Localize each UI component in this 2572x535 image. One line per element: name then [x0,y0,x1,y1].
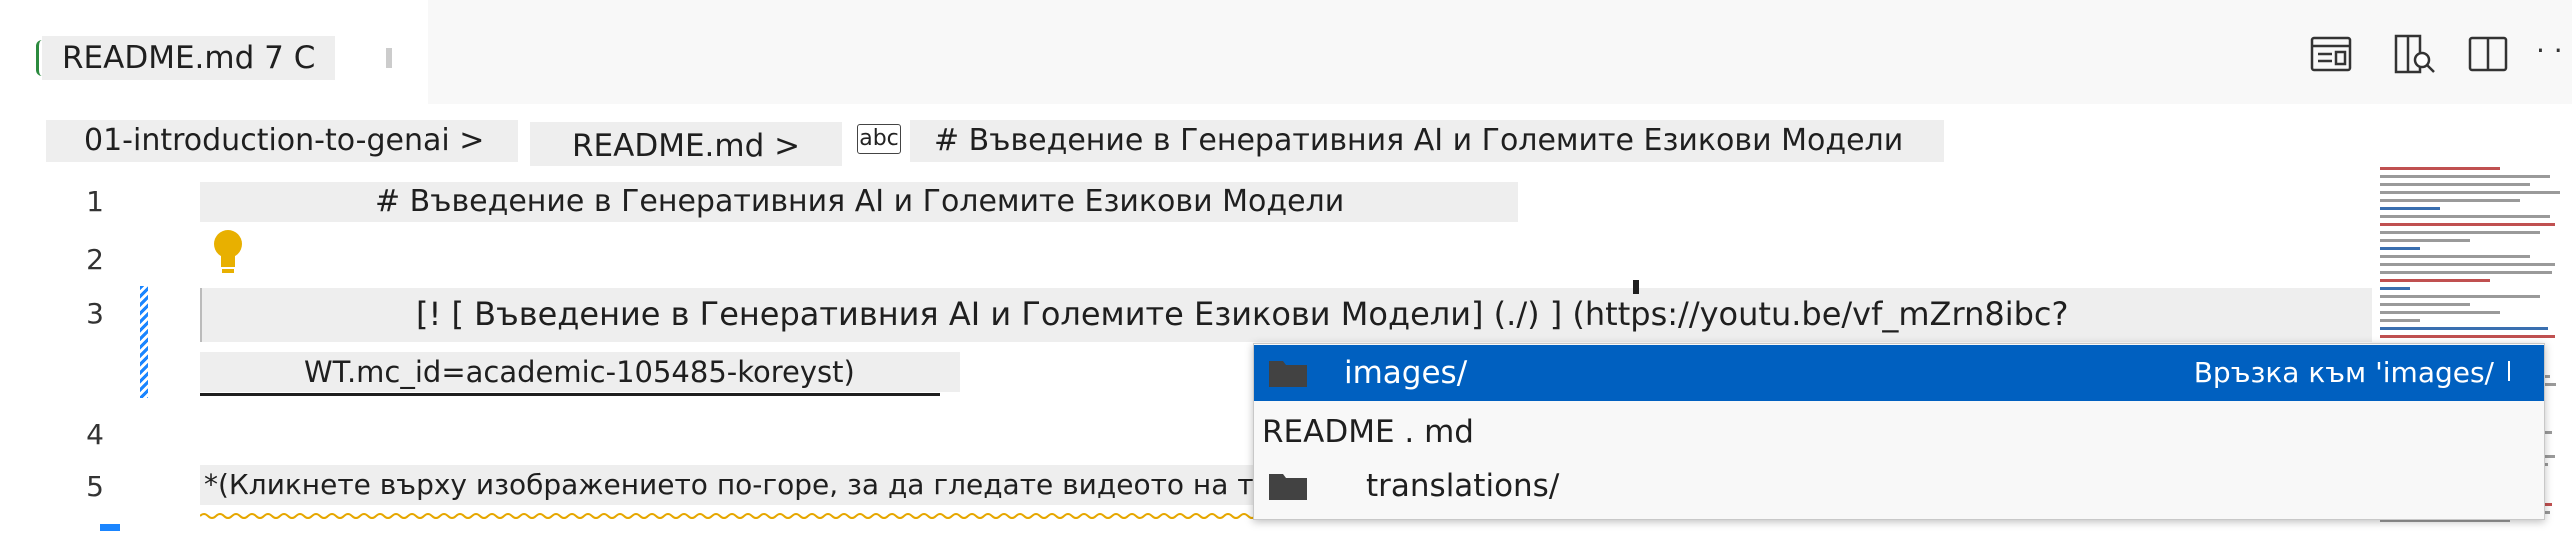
text-cursor [1633,280,1639,294]
modified-line-gutter [100,524,120,531]
line-number: 4 [86,418,104,451]
show-source-preview-icon[interactable] [2390,30,2438,78]
suggestion-label: translations/ [1366,468,1560,504]
tab-readme[interactable]: README.md 7 C [0,0,428,104]
modified-line-gutter [140,286,148,398]
breadcrumb-file[interactable]: README.md > [530,122,842,166]
minimap-line [2380,167,2500,170]
minimap-line [2380,303,2470,306]
line-number: 1 [86,185,104,218]
code-line-5: *(Кликнете върху изображението по-горе, … [204,468,1305,501]
suggestion-caret [2508,361,2510,381]
folder-icon [1268,471,1308,501]
code-line-1: # Въведение в Генеративния AI и Големите… [375,184,1345,219]
minimap-line [2380,311,2500,314]
minimap-line [2380,191,2560,194]
suggestion-detail: Връзка към 'images/ [2193,356,2494,389]
open-preview-icon[interactable] [2308,30,2356,78]
minimap-line [2380,215,2550,218]
line-number: 2 [86,243,104,276]
minimap-line [2380,183,2530,186]
suggestion-item[interactable]: translations/ [1254,460,2544,516]
line-number: 5 [86,470,104,503]
minimap-line [2380,271,2552,274]
minimap-line [2380,231,2540,234]
tab-label: README.md 7 C [42,36,336,80]
string-symbol-icon: abc [857,124,901,154]
minimap-line [2380,199,2520,202]
minimap-line [2380,255,2530,258]
lightbulb-icon[interactable] [210,228,246,278]
code-line-3: [! [ Въведение в Генеративния AI и Голем… [416,295,2069,333]
minimap-line [2380,327,2548,330]
minimap-line [2380,175,2550,178]
minimap-line [2380,279,2490,282]
more-actions-icon[interactable]: · · [2536,34,2563,67]
tab-close-icon[interactable] [386,48,392,68]
suggestion-label: images/ [1344,355,1468,391]
split-editor-icon[interactable] [2464,30,2512,78]
line-number: 3 [86,297,104,330]
breadcrumb-symbol[interactable]: # Въведение в Генеративния AI и Големите… [910,120,1944,162]
minimap-line [2380,335,2555,338]
folder-icon [1268,358,1308,388]
minimap-line [2380,239,2470,242]
link-underline [200,393,940,396]
suggestion-item[interactable]: README . md [1254,404,2544,460]
breadcrumb-folder[interactable]: 01-introduction-to-genai > [46,120,518,162]
minimap-line [2380,247,2420,250]
minimap-line [2380,223,2555,226]
suggestion-item[interactable]: images/ Връзка към 'images/ [1254,345,2544,401]
minimap-line [2380,207,2440,210]
suggestion-label: README . md [1262,414,1474,450]
minimap-line [2380,263,2555,266]
minimap-line [2380,295,2540,298]
warning-squiggle [199,505,1265,519]
suggest-widget: images/ Връзка към 'images/ README . md … [1253,343,2545,520]
code-line-3-wrap: WT.mc_id=academic-105485-koreyst) [304,355,855,389]
minimap-line [2380,287,2410,290]
minimap-line [2380,319,2420,322]
